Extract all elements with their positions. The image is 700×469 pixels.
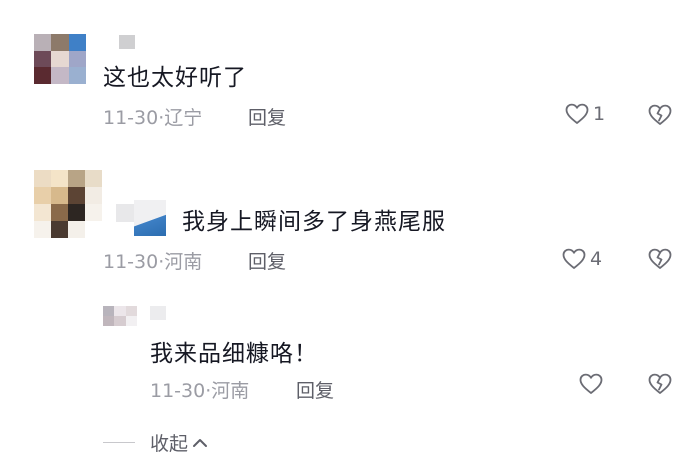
username-blurred[interactable] [134,200,166,236]
like-button[interactable]: 4 [562,248,602,270]
comment-date-location: 11-30·辽宁 [103,107,203,129]
avatar-pixel [34,187,51,204]
avatar-pixel [68,221,85,238]
dislike-button[interactable] [648,248,672,274]
chevron-up-icon [193,438,208,447]
heart-outline-icon [579,373,603,394]
avatar-pixel [51,50,69,68]
comment-date-location: 11-30·河南 [103,251,203,273]
like-button[interactable] [579,373,603,395]
avatar-pixel [103,316,115,326]
like-count: 4 [590,248,603,270]
avatar-pixel [125,316,137,326]
avatar-pixel [51,204,68,221]
avatar-pixel [85,170,102,187]
avatar-pixel [85,221,102,238]
reply-avatar[interactable] [103,306,137,326]
avatar-pixel [114,316,126,326]
heart-outline-icon [565,103,589,124]
heart-outline-icon [562,248,586,269]
broken-heart-icon [648,373,672,394]
comment-text: 我身上瞬间多了身燕尾服 [182,209,446,235]
avatar-pixel [103,306,115,316]
broken-heart-icon [648,248,672,269]
reply-button[interactable]: 回复 [248,103,286,130]
avatar-pixel [85,187,102,204]
broken-heart-icon [648,104,672,125]
avatar-pixel [51,34,69,51]
reply-button[interactable]: 回复 [248,247,286,274]
avatar-pixel [68,187,85,204]
avatar-pixel [68,67,86,84]
like-button[interactable]: 1 [565,103,605,125]
avatar-pixel [114,306,126,316]
avatar-pixel [125,306,137,316]
avatar-pixel [34,50,52,68]
avatar-pixel [51,187,68,204]
avatar-pixel [68,34,86,51]
avatar-pixel [51,221,68,238]
username-blurred[interactable] [116,204,136,222]
avatar-pixel [34,221,51,238]
avatar-pixel [68,50,86,68]
comment-avatar[interactable] [34,34,86,84]
avatar-pixel [34,204,51,221]
like-count: 1 [593,103,606,125]
reply-date-location: 11-30·河南 [150,380,250,402]
avatar-pixel [85,204,102,221]
dislike-button[interactable] [648,104,672,130]
avatar-pixel [68,170,85,187]
avatar-pixel [34,170,51,187]
avatar-pixel [68,204,85,221]
comment-text: 这也太好听了 [103,65,247,91]
avatar-pixel [34,34,52,51]
username-blurred[interactable] [119,35,135,49]
comment-avatar[interactable] [34,170,102,238]
avatar-pixel [51,67,69,84]
reply-button[interactable]: 回复 [296,376,334,403]
avatar-pixel [51,170,68,187]
username-blurred[interactable] [150,306,166,320]
collapse-label: 收起 [150,433,189,455]
collapse-divider [103,442,135,443]
collapse-replies-button[interactable]: 收起 [150,429,208,456]
dislike-button[interactable] [648,373,672,399]
reply-text: 我来品细糠咯！ [150,341,318,367]
avatar-pixel [34,67,52,84]
